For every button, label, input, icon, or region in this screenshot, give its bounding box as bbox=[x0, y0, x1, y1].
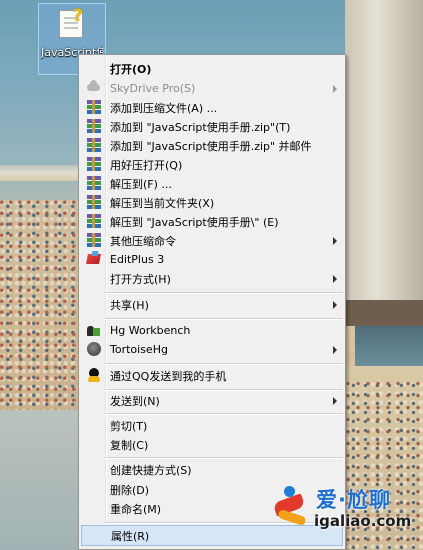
winrar-icon bbox=[87, 195, 101, 209]
menu-item-open-with[interactable]: 打开方式(H) bbox=[81, 269, 343, 288]
menu-separator bbox=[105, 292, 343, 294]
submenu-arrow-icon bbox=[333, 301, 337, 309]
menu-item-label: 剪切(T) bbox=[110, 419, 148, 433]
menu-item-add-to-zip[interactable]: 添加到 "JavaScript使用手册.zip"(T) bbox=[81, 117, 343, 136]
menu-item-extract-to-folder[interactable]: 解压到 "JavaScript使用手册\" (E) bbox=[81, 212, 343, 231]
winrar-icon bbox=[87, 233, 101, 247]
watermark-url: igaliao.com bbox=[314, 512, 412, 530]
watermark-title: 爱·尬聊 bbox=[316, 488, 391, 512]
winrar-icon bbox=[87, 214, 101, 228]
winrar-icon bbox=[87, 100, 101, 114]
menu-item-editplus[interactable]: EditPlus 3 bbox=[81, 250, 343, 269]
menu-item-label: 添加到 "JavaScript使用手册.zip" 并邮件 bbox=[110, 139, 312, 153]
menu-item-label: 发送到(N) bbox=[110, 394, 160, 408]
menu-item-label: 通过QQ发送到我的手机 bbox=[110, 369, 227, 383]
menu-item-open-with-haozip[interactable]: 用好压打开(Q) bbox=[81, 155, 343, 174]
winrar-icon bbox=[87, 157, 101, 171]
help-file-icon: ? bbox=[73, 6, 83, 26]
wallpaper-pier bbox=[345, 0, 423, 320]
menu-item-share[interactable]: 共享(H) bbox=[81, 295, 343, 314]
menu-item-add-to-archive[interactable]: 添加到压缩文件(A) ... bbox=[81, 98, 343, 117]
menu-item-label: 添加到压缩文件(A) ... bbox=[110, 101, 218, 115]
submenu-arrow-icon bbox=[333, 275, 337, 283]
menu-item-label: 打开方式(H) bbox=[110, 272, 171, 286]
running-person-logo-icon bbox=[272, 486, 310, 530]
menu-item-extract-here[interactable]: 解压到当前文件夹(X) bbox=[81, 193, 343, 212]
qq-icon bbox=[88, 368, 100, 382]
cloud-icon bbox=[87, 80, 100, 91]
menu-item-label: 复制(C) bbox=[110, 438, 149, 452]
submenu-arrow-icon bbox=[333, 346, 337, 354]
editplus-icon bbox=[86, 254, 101, 264]
menu-item-label: 打开(O) bbox=[110, 62, 152, 76]
menu-item-label: 共享(H) bbox=[110, 298, 149, 312]
menu-item-label: 解压到当前文件夹(X) bbox=[110, 196, 215, 210]
menu-item-label: 创建快捷方式(S) bbox=[110, 463, 192, 477]
wallpaper-beach-crowd bbox=[0, 200, 80, 410]
site-watermark: 爱·尬聊 igaliao.com bbox=[272, 484, 422, 534]
context-menu: 打开(O) SkyDrive Pro(S) 添加到压缩文件(A) ... 添加到… bbox=[78, 54, 346, 550]
menu-separator bbox=[105, 363, 343, 365]
menu-item-create-shortcut[interactable]: 创建快捷方式(S) bbox=[81, 460, 343, 479]
menu-item-label: EditPlus 3 bbox=[110, 253, 165, 266]
menu-item-extract-to[interactable]: 解压到(F) ... bbox=[81, 174, 343, 193]
wallpaper-water-lower bbox=[0, 410, 80, 550]
menu-item-copy[interactable]: 复制(C) bbox=[81, 435, 343, 454]
menu-item-label: 其他压缩命令 bbox=[110, 234, 176, 248]
tortoisehg-icon bbox=[87, 342, 101, 356]
menu-item-label: 添加到 "JavaScript使用手册.zip"(T) bbox=[110, 120, 291, 134]
menu-item-other-compress-commands[interactable]: 其他压缩命令 bbox=[81, 231, 343, 250]
menu-item-cut[interactable]: 剪切(T) bbox=[81, 416, 343, 435]
menu-item-open[interactable]: 打开(O) bbox=[81, 59, 343, 78]
winrar-icon bbox=[87, 176, 101, 190]
winrar-icon bbox=[87, 138, 101, 152]
menu-separator bbox=[105, 413, 343, 415]
menu-item-add-to-zip-and-email[interactable]: 添加到 "JavaScript使用手册.zip" 并邮件 bbox=[81, 136, 343, 155]
menu-item-label: 删除(D) bbox=[110, 483, 150, 497]
hg-workbench-icon bbox=[87, 324, 100, 337]
winrar-icon bbox=[87, 119, 101, 133]
wallpaper-pier-water bbox=[355, 326, 423, 366]
menu-item-hg-workbench[interactable]: Hg Workbench bbox=[81, 321, 343, 340]
menu-item-label: Hg Workbench bbox=[110, 324, 191, 337]
menu-item-tortoisehg[interactable]: TortoiseHg bbox=[81, 340, 343, 359]
menu-item-label: 属性(R) bbox=[111, 529, 150, 543]
wallpaper-pier-shadow bbox=[340, 300, 423, 326]
menu-item-skydrive-pro[interactable]: SkyDrive Pro(S) bbox=[81, 79, 343, 98]
menu-item-send-via-qq[interactable]: 通过QQ发送到我的手机 bbox=[81, 366, 343, 385]
menu-item-label: 重命名(M) bbox=[110, 502, 162, 516]
submenu-arrow-icon bbox=[333, 397, 337, 405]
menu-item-label: 用好压打开(Q) bbox=[110, 158, 183, 172]
submenu-arrow-icon bbox=[333, 85, 337, 93]
menu-item-label: SkyDrive Pro(S) bbox=[110, 82, 196, 95]
submenu-arrow-icon bbox=[333, 237, 337, 245]
menu-item-label: 解压到(F) ... bbox=[110, 177, 172, 191]
menu-item-label: TortoiseHg bbox=[110, 343, 168, 356]
menu-separator bbox=[105, 457, 343, 459]
menu-separator bbox=[105, 318, 343, 320]
menu-item-send-to[interactable]: 发送到(N) bbox=[81, 391, 343, 410]
menu-item-label: 解压到 "JavaScript使用手册\" (E) bbox=[110, 215, 279, 229]
